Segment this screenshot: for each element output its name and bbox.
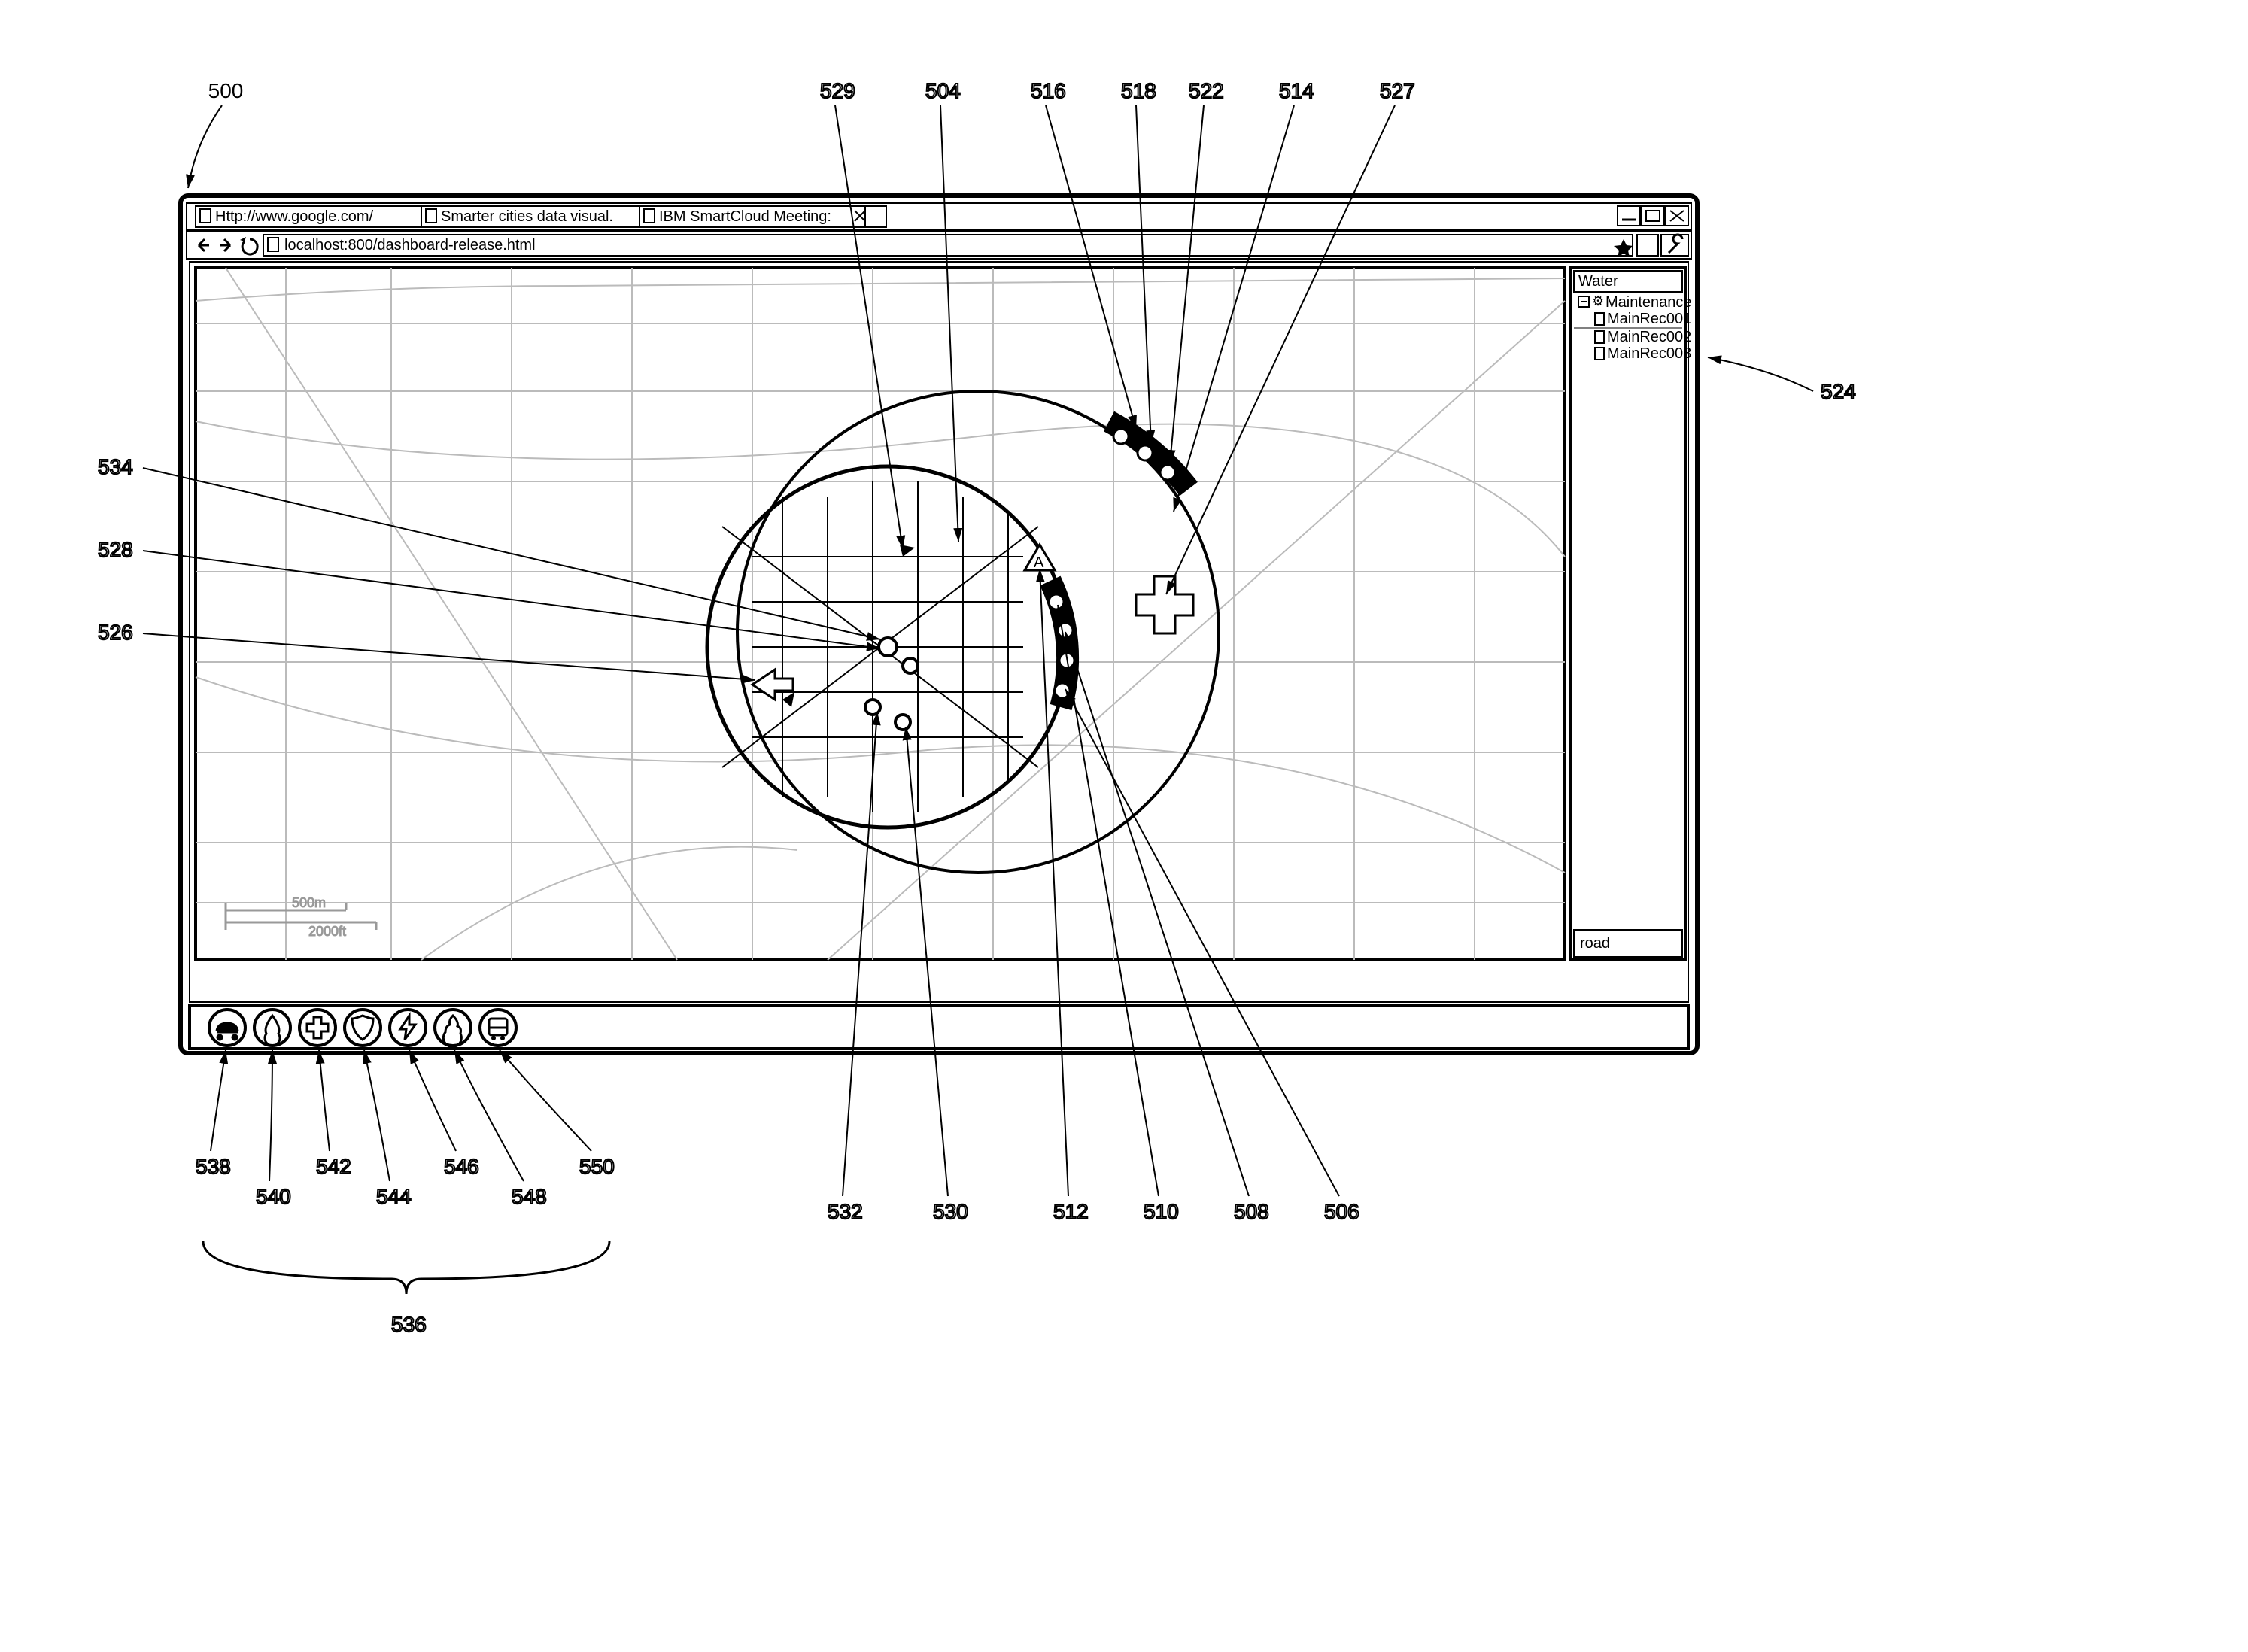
- svg-text:544: 544: [376, 1185, 412, 1208]
- svg-text:504: 504: [925, 79, 961, 102]
- svg-text:road: road: [1580, 935, 1610, 952]
- svg-text:500m: 500m: [292, 895, 326, 910]
- svg-text:MainRec003: MainRec003: [1607, 345, 1691, 362]
- svg-text:516: 516: [1031, 79, 1066, 102]
- new-tab-button[interactable]: [865, 206, 886, 227]
- page-icon: [268, 238, 278, 251]
- page-icon: [1595, 313, 1604, 325]
- svg-text:526: 526: [98, 621, 133, 644]
- shield-button[interactable]: [345, 1010, 381, 1046]
- svg-text:A: A: [1034, 554, 1044, 571]
- svg-text:528: 528: [98, 538, 133, 561]
- svg-text:536: 536: [391, 1313, 427, 1336]
- page-icon: [644, 209, 655, 223]
- svg-text:542: 542: [316, 1155, 351, 1178]
- maximize-button[interactable]: [1642, 206, 1664, 226]
- bus-button[interactable]: [480, 1010, 516, 1046]
- window-controls: [1618, 206, 1688, 226]
- ref-500: 500: [208, 79, 244, 102]
- page-icon: [200, 209, 211, 223]
- medical-button[interactable]: [299, 1010, 336, 1046]
- tab-1[interactable]: Http://www.google.com/: [196, 206, 421, 227]
- page-icon: [1595, 348, 1604, 360]
- tab-2[interactable]: Smarter cities data visual.: [421, 206, 639, 227]
- url-text: localhost:800/dashboard-release.html: [284, 237, 536, 254]
- svg-text:546: 546: [444, 1155, 479, 1178]
- svg-text:⚙: ⚙: [1592, 293, 1604, 308]
- map-viewport[interactable]: [196, 268, 1565, 960]
- tab-2-label: Smarter cities data visual.: [441, 208, 613, 225]
- svg-text:540: 540: [256, 1185, 291, 1208]
- svg-text:534: 534: [98, 455, 133, 478]
- svg-text:518: 518: [1121, 79, 1156, 102]
- tab-1-label: Http://www.google.com/: [215, 208, 374, 225]
- tree-item-1[interactable]: MainRec001: [1595, 311, 1691, 327]
- svg-text:529: 529: [820, 79, 855, 102]
- car-button[interactable]: [209, 1010, 245, 1046]
- svg-text:522: 522: [1189, 79, 1224, 102]
- patent-figure: 500 Http://www.google.com/ Smarter citie…: [0, 0, 2248, 1652]
- page-icon: [1595, 331, 1604, 343]
- svg-text:527: 527: [1380, 79, 1415, 102]
- svg-text:550: 550: [579, 1155, 615, 1178]
- tree-group[interactable]: ⚙ Maintenance: [1578, 293, 1692, 311]
- svg-text:MainRec001: MainRec001: [1607, 311, 1691, 327]
- svg-text:508: 508: [1234, 1200, 1269, 1223]
- group-label: Maintenance: [1605, 294, 1692, 311]
- svg-text:512: 512: [1053, 1200, 1089, 1223]
- tree-item-3[interactable]: MainRec003: [1595, 345, 1691, 362]
- svg-text:2000ft: 2000ft: [308, 924, 346, 939]
- bolt-button[interactable]: [390, 1010, 426, 1046]
- svg-text:530: 530: [933, 1200, 968, 1223]
- svg-text:524: 524: [1821, 380, 1856, 403]
- flame-button[interactable]: [435, 1010, 471, 1047]
- svg-text:514: 514: [1279, 79, 1314, 102]
- sidebar-panel: Water ⚙ Maintenance MainRec001 MainRec00…: [1571, 268, 1692, 960]
- tab-3[interactable]: IBM SmartCloud Meeting:: [639, 206, 865, 227]
- drop-button[interactable]: [254, 1010, 290, 1046]
- svg-text:506: 506: [1324, 1200, 1359, 1223]
- svg-text:510: 510: [1144, 1200, 1179, 1223]
- minimize-button[interactable]: [1618, 206, 1640, 226]
- svg-text:532: 532: [828, 1200, 863, 1223]
- sidebar-title: Water: [1578, 273, 1618, 290]
- svg-text:MainRec002: MainRec002: [1607, 329, 1691, 345]
- tab-3-label: IBM SmartCloud Meeting:: [659, 208, 831, 225]
- center-pin-icon: [879, 638, 897, 656]
- page-icon: [426, 209, 436, 223]
- svg-text:548: 548: [512, 1185, 547, 1208]
- tree-item-2[interactable]: MainRec002: [1595, 329, 1691, 345]
- svg-text:538: 538: [196, 1155, 231, 1178]
